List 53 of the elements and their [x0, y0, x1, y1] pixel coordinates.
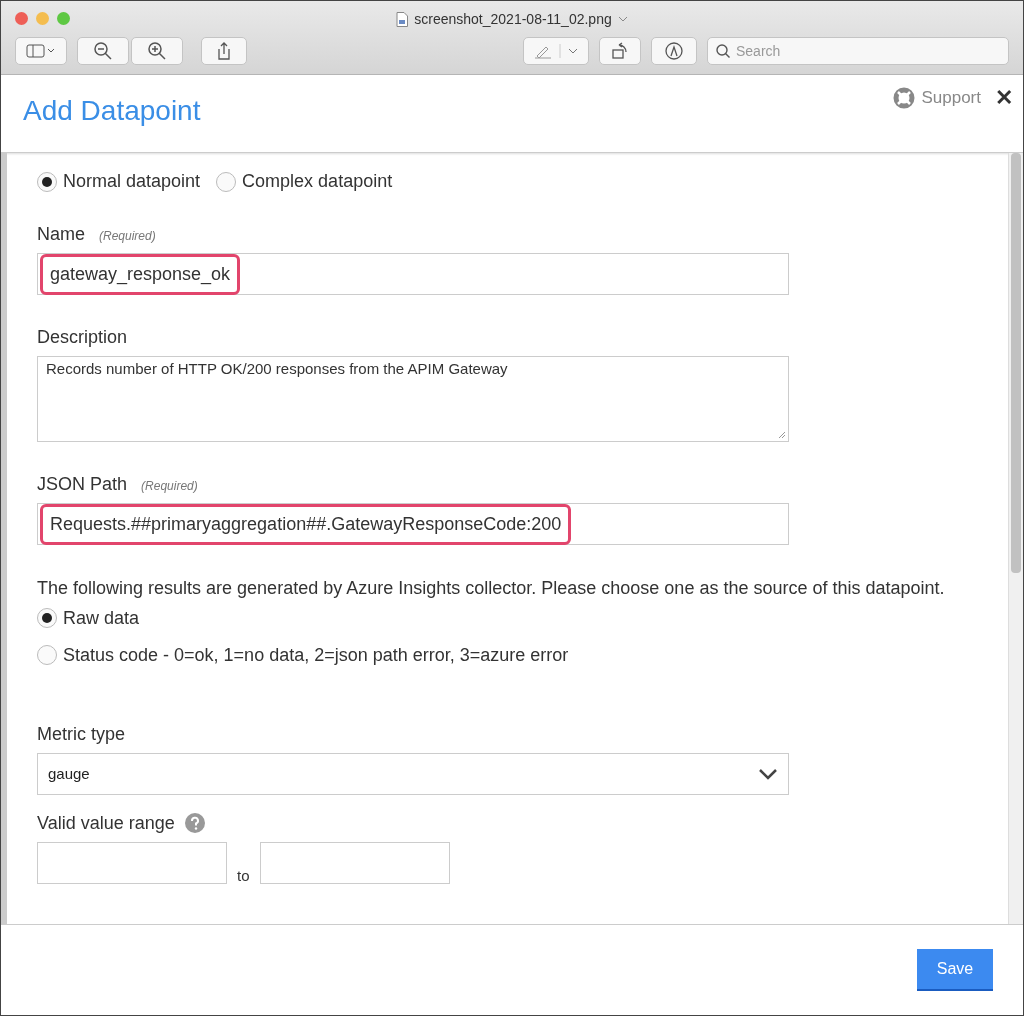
source-note: The following results are generated by Azure Insights collector. Please choose one as the source of this datapoint.: [37, 577, 946, 600]
chevron-icon: [758, 767, 778, 780]
max-value-field[interactable]: [259, 841, 450, 884]
zoom-out-button[interactable]: [77, 37, 129, 65]
lifebuoy-icon: [893, 87, 916, 109]
radio-label: Normal datapoint: [63, 171, 201, 192]
chevron-icon[interactable]: [617, 16, 628, 22]
text-field[interactable]: Requests.##primaryaggregation##.GatewayResponseCode:200: [37, 503, 789, 545]
radio-button[interactable]: [216, 171, 237, 192]
field-label: Metric type: [37, 723, 127, 745]
close-button[interactable]: ✕: [995, 85, 1013, 111]
text-field[interactable]: gateway_response_ok: [37, 253, 789, 295]
close-light[interactable]: [15, 12, 28, 25]
radio-button[interactable]: [37, 171, 57, 192]
scrollbar-thumb[interactable]: [1011, 153, 1021, 573]
required-hint: (Required): [99, 229, 156, 243]
field-label: JSON Path: [37, 474, 128, 495]
pen-circle-icon: [665, 42, 683, 60]
view-menu-button[interactable]: [15, 37, 67, 65]
support-link[interactable]: Support: [893, 87, 981, 109]
dialog-title: Add Datapoint: [23, 95, 201, 127]
resize-grip-icon[interactable]: [778, 431, 786, 439]
field-label: Valid value range: [37, 812, 175, 834]
markup-pen-button[interactable]: [651, 37, 697, 65]
rotate-icon: [611, 42, 629, 60]
field-label: Description: [37, 327, 128, 348]
highlighted-value: Requests.##primaryaggregation##.GatewayResponseCode:200: [40, 503, 572, 545]
required-hint: (Required): [141, 479, 198, 493]
share-icon: [216, 42, 232, 60]
pen-icon: [534, 43, 578, 59]
radio-button[interactable]: [37, 608, 57, 628]
min-value-field[interactable]: [37, 841, 227, 884]
sidebar-icon: [26, 44, 56, 58]
zoom-in-button[interactable]: [131, 37, 183, 65]
highlighted-value: gateway_response_ok: [40, 253, 241, 295]
radio-label: Complex datapoint: [242, 171, 393, 192]
file-icon: [396, 11, 409, 27]
field-label: Name: [37, 224, 85, 245]
radio-label: Raw data: [63, 607, 140, 629]
markup-button[interactable]: [523, 37, 589, 65]
zoom-light[interactable]: [57, 12, 70, 25]
text-area[interactable]: Records number of HTTP OK/200 responses from the APIM Gateway: [37, 356, 789, 442]
window-title: screenshot_2021-08-11_02.png: [414, 11, 612, 27]
share-button[interactable]: [201, 37, 247, 65]
radio-button[interactable]: [37, 645, 57, 665]
rotate-button[interactable]: [599, 37, 641, 65]
metric-type-select[interactable]: gauge: [37, 752, 789, 795]
range-separator: to: [237, 866, 250, 884]
zoom-in-icon: [148, 42, 166, 60]
search-icon: [716, 44, 730, 58]
help-icon[interactable]: [184, 813, 205, 833]
zoom-out-icon: [94, 42, 112, 60]
radio-label: Status code - 0=ok, 1=no data, 2=json path error, 3=azure error: [63, 644, 569, 666]
